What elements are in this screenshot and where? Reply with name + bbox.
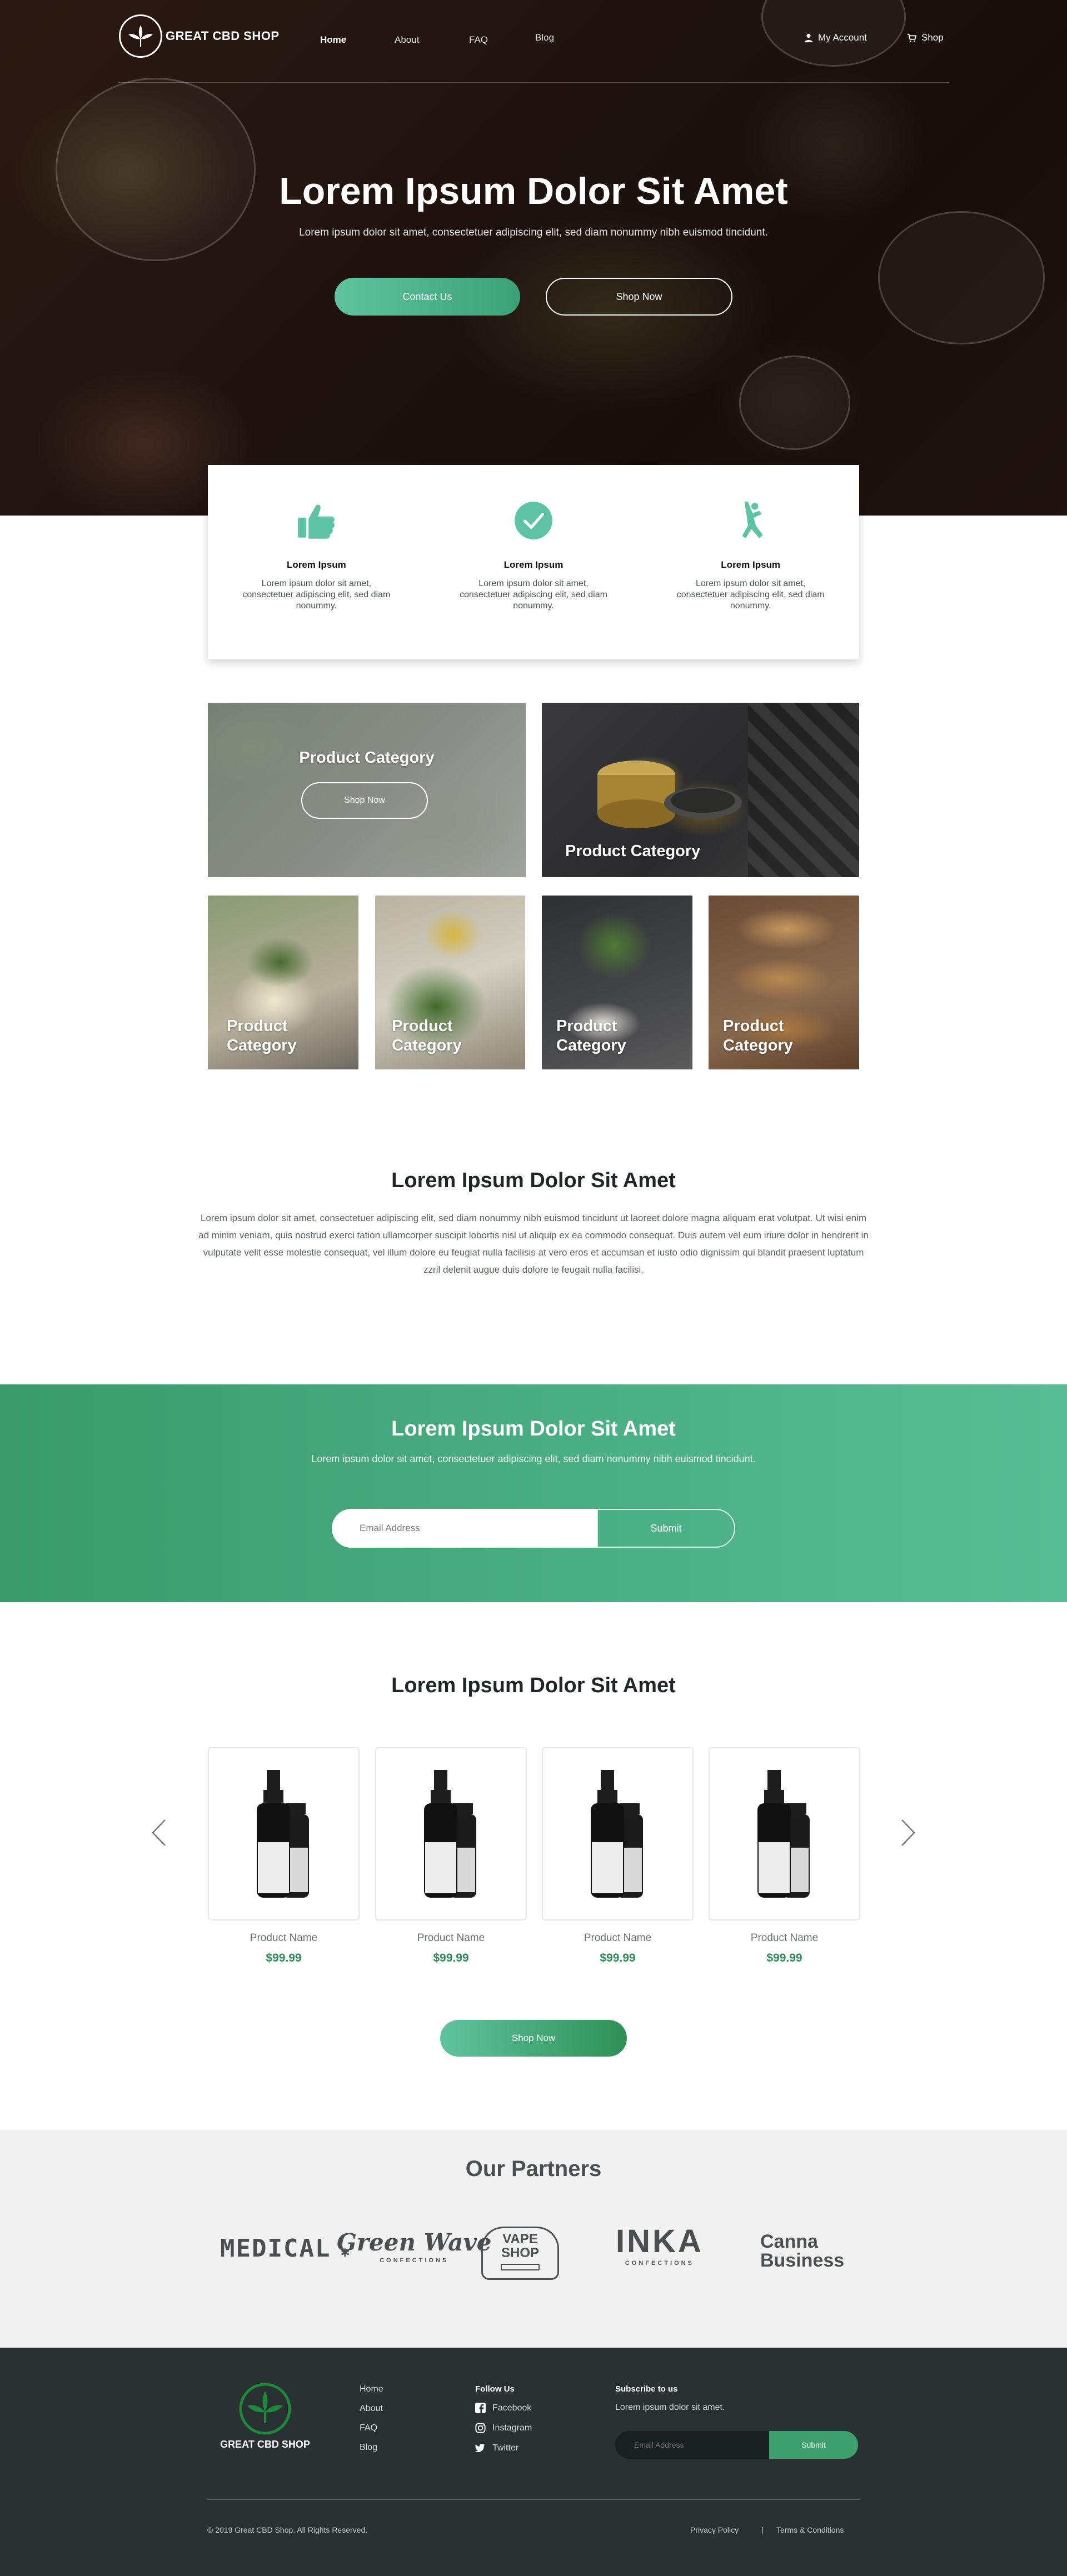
- feature-text: Lorem ipsum dolor sit amet, consectetuer…: [242, 579, 391, 611]
- site-logo[interactable]: GREAT CBD SHOP: [119, 14, 280, 58]
- feature-item: Lorem Ipsum Lorem ipsum dolor sit amet, …: [425, 465, 642, 659]
- feature-title: Lorem Ipsum: [286, 559, 346, 570]
- features-card: Lorem Ipsum Lorem ipsum dolor sit amet, …: [208, 465, 859, 659]
- shop-link[interactable]: Shop: [907, 32, 944, 43]
- nav-home-link[interactable]: Home: [320, 34, 346, 46]
- nav-faq-link[interactable]: FAQ: [469, 34, 488, 46]
- hero-title: Lorem Ipsum Dolor Sit Amet: [279, 170, 788, 212]
- hero-background-jar: [739, 356, 850, 450]
- check-circle-icon: [512, 499, 555, 542]
- nav-divider: [119, 82, 949, 83]
- my-account-link[interactable]: My Account: [804, 32, 867, 43]
- person-icon: [730, 499, 772, 542]
- my-account-label: My Account: [818, 32, 867, 43]
- feature-title: Lorem Ipsum: [503, 559, 564, 570]
- user-icon: [804, 33, 813, 43]
- nav-blog-link[interactable]: Blog: [535, 32, 554, 43]
- contact-us-button[interactable]: Contact Us: [335, 278, 520, 316]
- page-spacer: [0, 0, 1067, 2576]
- feature-title: Lorem Ipsum: [721, 559, 781, 570]
- shop-label: Shop: [921, 32, 944, 43]
- thumbs-up-icon: [295, 499, 337, 542]
- hero-shop-now-button[interactable]: Shop Now: [546, 278, 732, 316]
- cart-icon: [907, 33, 917, 42]
- nav-about-link[interactable]: About: [395, 34, 419, 46]
- brand-name: GREAT CBD SHOP: [166, 29, 280, 43]
- hero-subtitle: Lorem ipsum dolor sit amet, consectetuer…: [299, 227, 768, 238]
- feature-text: Lorem ipsum dolor sit amet, consectetuer…: [676, 579, 825, 611]
- top-navigation: GREAT CBD SHOP Home About FAQ Blog My Ac…: [0, 0, 1067, 83]
- feature-item: Lorem Ipsum Lorem ipsum dolor sit amet, …: [208, 465, 425, 659]
- feature-item: Lorem Ipsum Lorem ipsum dolor sit amet, …: [642, 465, 859, 659]
- feature-text: Lorem ipsum dolor sit amet, consectetuer…: [460, 579, 607, 611]
- cannabis-leaf-icon: [119, 14, 162, 58]
